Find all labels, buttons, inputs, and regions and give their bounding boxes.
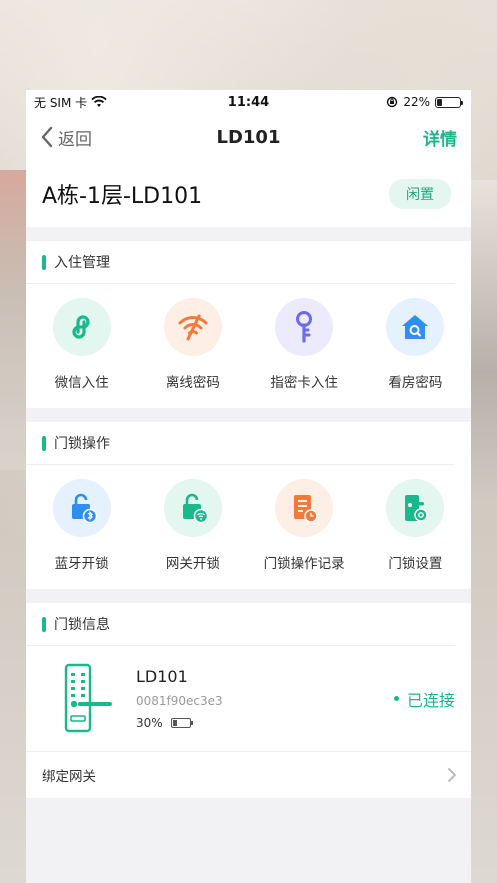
back-button[interactable]: 返回 <box>40 125 92 150</box>
battery-percent: 22% <box>403 95 430 109</box>
battery-level <box>437 98 442 106</box>
bluetooth-unlock-button[interactable]: 蓝牙开锁 <box>26 479 137 589</box>
bluetooth-lock-icon <box>52 479 111 537</box>
section-accent-bar <box>42 254 46 270</box>
lock-ops-grid: 蓝牙开锁 网关开锁 门锁操作记录 门锁设置 <box>26 465 471 589</box>
lock-ops-section-header: 门锁操作 <box>26 422 455 465</box>
chevron-right-icon <box>448 768 456 782</box>
checkin-section-header: 入住管理 <box>26 241 455 284</box>
lock-info-section: 门锁信息 LD101 0081f90ec3e3 30% 已连接 绑定网关 <box>26 603 471 798</box>
lock-settings-icon <box>386 479 445 537</box>
app-screen: 无 SIM 卡 11:44 22% 返回 LD101 详情 A栋-1层-LD10… <box>26 90 471 883</box>
battery-icon <box>435 96 463 108</box>
checkin-grid: 微信入住 离线密码 指密卡入住 看房密码 <box>26 284 471 408</box>
viewing-password-label: 看房密码 <box>388 375 443 391</box>
bluetooth-unlock-label: 蓝牙开锁 <box>54 556 109 572</box>
bind-gateway-row[interactable]: 绑定网关 <box>26 752 471 798</box>
lock-battery-percent: 30% <box>136 716 163 730</box>
orientation-lock-icon <box>387 96 398 108</box>
checkin-section: 入住管理 微信入住 离线密码 指密卡入住 看房密码 <box>26 241 471 408</box>
lock-battery-level <box>172 720 178 726</box>
carrier-label: 无 SIM 卡 <box>34 95 88 110</box>
section-accent-bar <box>42 435 46 451</box>
wifi-icon <box>91 96 107 107</box>
background-decor-left <box>0 170 26 470</box>
lock-info-section-title: 门锁信息 <box>54 617 110 633</box>
house-search-icon <box>386 298 445 356</box>
wechat-link-icon <box>52 298 111 356</box>
battery-icon <box>170 718 193 728</box>
record-icon <box>275 479 334 537</box>
lock-battery: 30% <box>136 716 394 730</box>
lock-ops-section: 门锁操作 蓝牙开锁 网关开锁 门锁操作记录 门锁设置 <box>26 422 471 589</box>
gateway-lock-icon <box>163 479 222 537</box>
connection-label: 已连接 <box>406 690 455 710</box>
lock-card[interactable]: LD101 0081f90ec3e3 30% 已连接 <box>26 646 471 752</box>
viewing-password-button[interactable]: 看房密码 <box>360 298 471 408</box>
door-lock-icon <box>64 663 112 732</box>
lock-records-label: 门锁操作记录 <box>263 556 345 572</box>
chevron-left-icon <box>41 126 53 148</box>
wechat-checkin-button[interactable]: 微信入住 <box>26 298 137 408</box>
lock-info-section-header: 门锁信息 <box>26 603 455 646</box>
offline-wifi-icon <box>163 298 222 356</box>
room-name: A栋-1层-LD101 <box>42 183 203 209</box>
offline-password-label: 离线密码 <box>165 375 220 391</box>
lock-serial: 0081f90ec3e3 <box>136 694 223 708</box>
card-checkin-label: 指密卡入住 <box>270 375 338 391</box>
gateway-unlock-button[interactable]: 网关开锁 <box>137 479 248 589</box>
connection-status: 已连接 <box>393 687 455 711</box>
offline-password-button[interactable]: 离线密码 <box>137 298 248 408</box>
room-status-badge: 闲置 <box>389 178 451 209</box>
lock-settings-label: 门锁设置 <box>388 556 443 572</box>
checkin-section-title: 入住管理 <box>54 255 110 271</box>
gateway-unlock-label: 网关开锁 <box>165 556 220 572</box>
card-checkin-button[interactable]: 指密卡入住 <box>249 298 360 408</box>
status-bar: 无 SIM 卡 11:44 22% <box>26 90 471 114</box>
wechat-checkin-label: 微信入住 <box>54 375 109 391</box>
back-label: 返回 <box>58 129 92 150</box>
section-accent-bar <box>42 616 46 632</box>
lock-settings-button[interactable]: 门锁设置 <box>360 479 471 589</box>
page-title: LD101 <box>216 126 281 148</box>
lock-name: LD101 <box>136 667 188 686</box>
status-dot <box>393 696 399 701</box>
background-decor-right <box>471 180 497 500</box>
lock-ops-section-title: 门锁操作 <box>54 436 110 452</box>
key-icon <box>275 298 334 356</box>
room-header: A栋-1层-LD101 闲置 <box>26 160 471 227</box>
lock-records-button[interactable]: 门锁操作记录 <box>249 479 360 589</box>
navigation-bar: 返回 LD101 详情 <box>26 114 471 160</box>
detail-button[interactable]: 详情 <box>423 125 457 150</box>
bind-gateway-label: 绑定网关 <box>42 769 96 785</box>
